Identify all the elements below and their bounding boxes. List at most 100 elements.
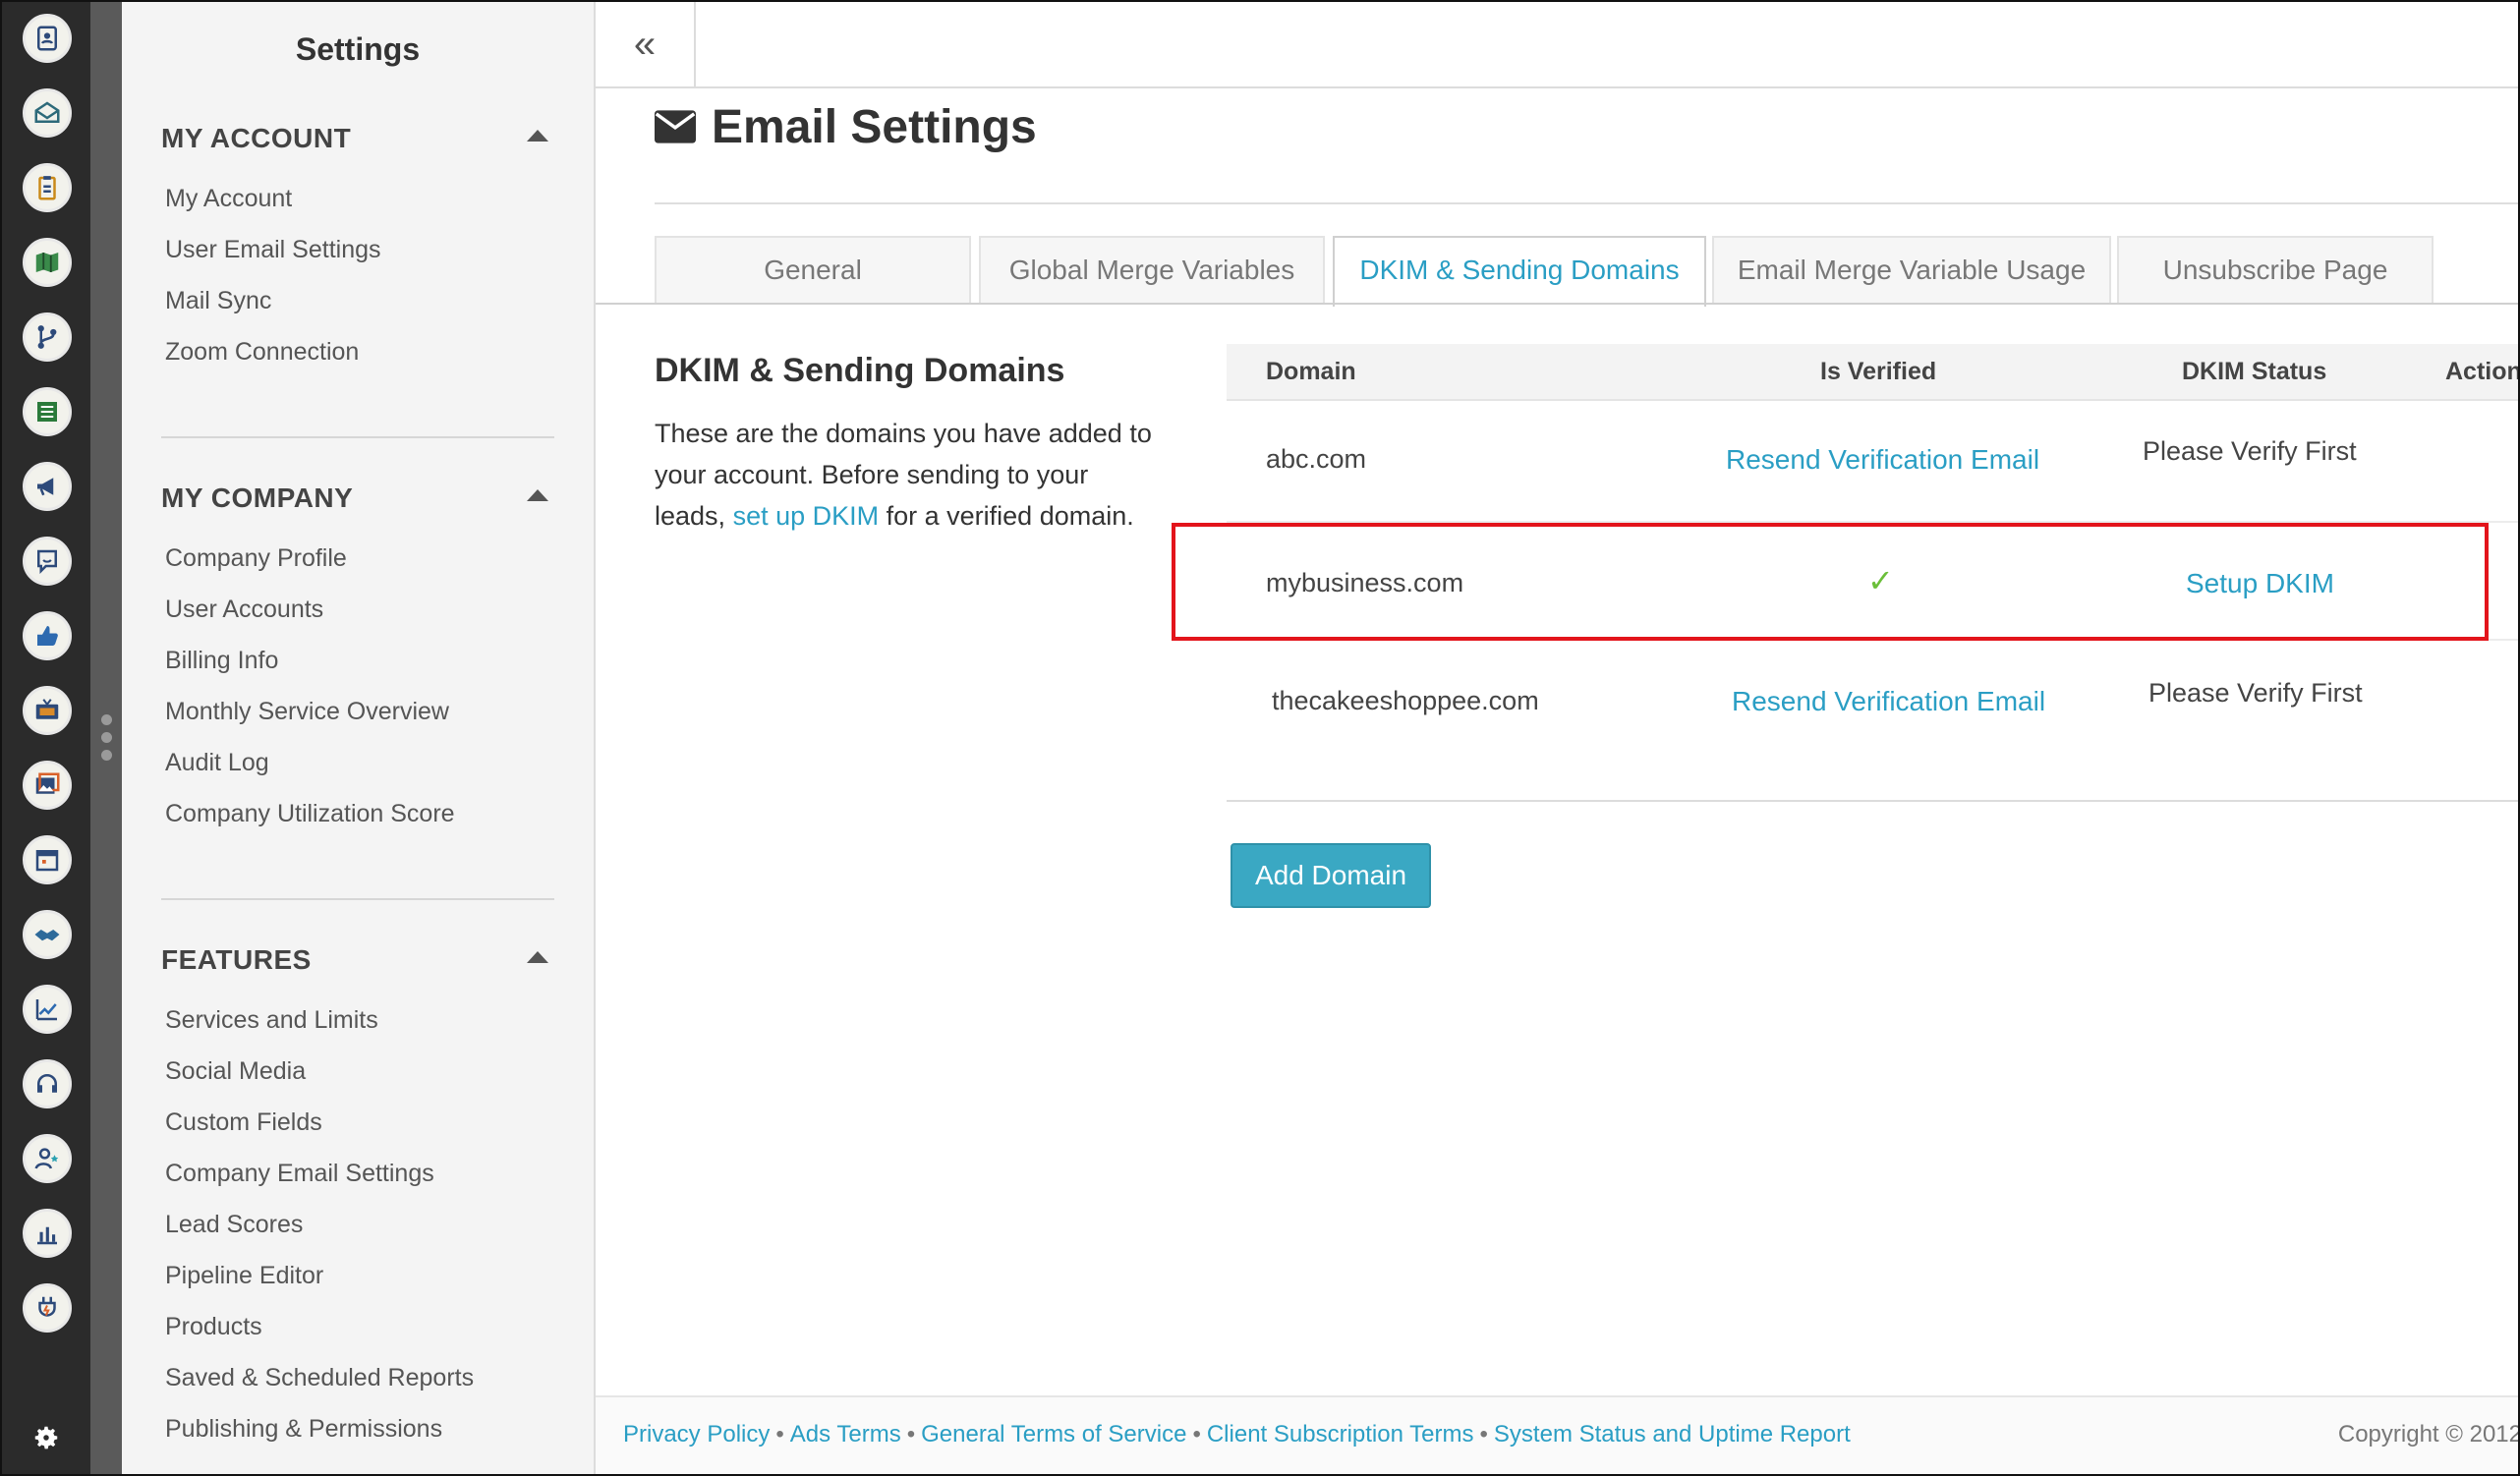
contacts-icon[interactable]	[23, 14, 72, 63]
megaphone-icon[interactable]	[23, 462, 72, 511]
sidebar-resize-handle[interactable]	[90, 2, 122, 1474]
sidebar-item-services-and-limits[interactable]: Services and Limits	[161, 994, 554, 1046]
sidebar-title: Settings	[295, 31, 421, 67]
tab-general[interactable]: General	[655, 236, 971, 303]
section-heading: DKIM & Sending Domains	[655, 352, 1065, 389]
sidebar-item-publishing-permissions[interactable]: Publishing & Permissions	[161, 1403, 554, 1454]
tab-dkim-sending-domains[interactable]: DKIM & Sending Domains	[1333, 236, 1706, 307]
sidebar-item-pipeline-editor[interactable]: Pipeline Editor	[161, 1250, 554, 1301]
sidebar-item-mail-sync[interactable]: Mail Sync	[161, 275, 554, 326]
sidebar-item-saved-scheduled-reports[interactable]: Saved & Scheduled Reports	[161, 1352, 554, 1403]
plug-icon[interactable]	[23, 1283, 72, 1333]
tabs-divider	[596, 303, 2518, 305]
sidebar-item-custom-fields[interactable]: Custom Fields	[161, 1097, 554, 1148]
app-frame: Settings MY ACCOUNT My Account User Emai…	[0, 0, 2520, 1476]
section-description: These are the domains you have added to …	[655, 413, 1166, 537]
general-terms-link[interactable]: General Terms of Service	[921, 1421, 1186, 1448]
title-divider	[655, 202, 2518, 204]
sidebar-item-company-utilization-score[interactable]: Company Utilization Score	[161, 788, 554, 839]
setup-dkim-link[interactable]: set up DKIM	[733, 501, 880, 531]
thumbs-up-icon[interactable]	[23, 611, 72, 660]
sidebar-item-my-account[interactable]: My Account	[161, 173, 554, 224]
image-icon[interactable]	[23, 761, 72, 810]
caret-up-icon[interactable]	[527, 489, 548, 501]
caret-up-icon[interactable]	[527, 951, 548, 963]
tab-unsubscribe-page[interactable]: Unsubscribe Page	[2117, 236, 2434, 303]
list-icon[interactable]	[23, 387, 72, 436]
handshake-icon[interactable]	[23, 910, 72, 959]
ads-terms-link[interactable]: Ads Terms	[790, 1421, 901, 1448]
sidebar-item-lead-scores[interactable]: Lead Scores	[161, 1199, 554, 1250]
sidebar-item-zoom-connection[interactable]: Zoom Connection	[161, 326, 554, 377]
grip-dot	[101, 750, 112, 761]
envelope-icon	[655, 110, 696, 143]
system-status-link[interactable]: System Status and Uptime Report	[1494, 1421, 1851, 1448]
description-text: for a verified domain.	[879, 501, 1134, 531]
client-subscription-terms-link[interactable]: Client Subscription Terms	[1207, 1421, 1474, 1448]
column-header-dkim-status: DKIM Status	[2182, 358, 2327, 385]
top-bar: «	[596, 2, 2518, 88]
section-label: MY COMPANY	[161, 483, 354, 513]
branch-icon[interactable]	[23, 312, 72, 362]
tv-icon[interactable]	[23, 686, 72, 735]
section-header-my-company[interactable]: MY COMPANY	[161, 474, 554, 523]
collapse-sidebar-button[interactable]: «	[596, 2, 696, 86]
add-domain-button[interactable]: Add Domain	[1231, 843, 1431, 908]
resend-verification-link[interactable]: Resend Verification Email	[1726, 444, 2039, 476]
table-bottom-divider	[1227, 800, 2518, 802]
table-row: thecakeeshoppee.com Resend Verification …	[1227, 641, 2518, 761]
copyright-text: Copyright © 2012	[2337, 1421, 2520, 1448]
privacy-policy-link[interactable]: Privacy Policy	[623, 1421, 770, 1448]
clipboard-icon[interactable]	[23, 163, 72, 212]
dkim-status-cell: Please Verify First	[2148, 678, 2363, 708]
sidebar-item-company-profile[interactable]: Company Profile	[161, 533, 554, 584]
sidebar-item-products[interactable]: Products	[161, 1301, 554, 1352]
section-header-features[interactable]: FEATURES	[161, 936, 554, 985]
footer-separator: •	[906, 1421, 916, 1448]
section-header-my-account[interactable]: MY ACCOUNT	[161, 114, 554, 163]
footer-links: Privacy Policy • Ads Terms • General Terms o…	[623, 1421, 1851, 1448]
sidebar-item-monthly-service-overview[interactable]: Monthly Service Overview	[161, 686, 554, 737]
resend-verification-link[interactable]: Resend Verification Email	[1732, 686, 2045, 717]
settings-sidebar: Settings MY ACCOUNT My Account User Emai…	[122, 2, 596, 1474]
footer-separator: •	[775, 1421, 784, 1448]
double-chevron-left-icon: «	[633, 22, 657, 66]
sidebar-item-user-email-settings[interactable]: User Email Settings	[161, 224, 554, 275]
caret-up-icon[interactable]	[527, 130, 548, 142]
sidebar-section-features: FEATURES Services and Limits Social Medi…	[161, 936, 554, 1454]
bar-chart-icon[interactable]	[23, 1209, 72, 1258]
sidebar-section-my-account: MY ACCOUNT My Account User Email Setting…	[161, 114, 554, 377]
table-header: Domain Is Verified DKIM Status Actions	[1227, 344, 2518, 401]
domain-cell: thecakeeshoppee.com	[1272, 686, 1539, 715]
sidebar-item-audit-log[interactable]: Audit Log	[161, 737, 554, 788]
headset-icon[interactable]	[23, 1059, 72, 1108]
footer-separator: •	[1192, 1421, 1201, 1448]
gear-icon[interactable]	[29, 1421, 63, 1454]
sidebar-divider	[161, 898, 554, 900]
chat-icon[interactable]	[23, 537, 72, 586]
sidebar-item-user-accounts[interactable]: User Accounts	[161, 584, 554, 635]
calendar-icon[interactable]	[23, 835, 72, 884]
map-icon[interactable]	[23, 238, 72, 287]
app-icon-rail	[2, 2, 90, 1474]
sidebar-section-my-company: MY COMPANY Company Profile User Accounts…	[161, 474, 554, 839]
tab-email-merge-variable-usage[interactable]: Email Merge Variable Usage	[1712, 236, 2111, 303]
sidebar-item-billing-info[interactable]: Billing Info	[161, 635, 554, 686]
user-star-icon[interactable]	[23, 1134, 72, 1183]
domain-cell: abc.com	[1266, 444, 1367, 474]
trend-chart-icon[interactable]	[23, 985, 72, 1034]
footer-separator: •	[1479, 1421, 1488, 1448]
column-header-is-verified: Is Verified	[1820, 358, 1937, 385]
sidebar-item-social-media[interactable]: Social Media	[161, 1046, 554, 1097]
grip-dot	[101, 714, 112, 725]
table-row: abc.com Resend Verification Email Please…	[1227, 401, 2518, 523]
tab-global-merge-variables[interactable]: Global Merge Variables	[979, 236, 1325, 303]
page-title-text: Email Settings	[712, 100, 1037, 153]
grip-dot	[101, 732, 112, 743]
column-header-actions: Actions	[2445, 358, 2518, 385]
sidebar-item-company-email-settings[interactable]: Company Email Settings	[161, 1148, 554, 1199]
highlight-box	[1172, 523, 2489, 641]
sidebar-divider	[161, 436, 554, 438]
section-label: MY ACCOUNT	[161, 123, 352, 153]
inbox-icon[interactable]	[23, 88, 72, 138]
